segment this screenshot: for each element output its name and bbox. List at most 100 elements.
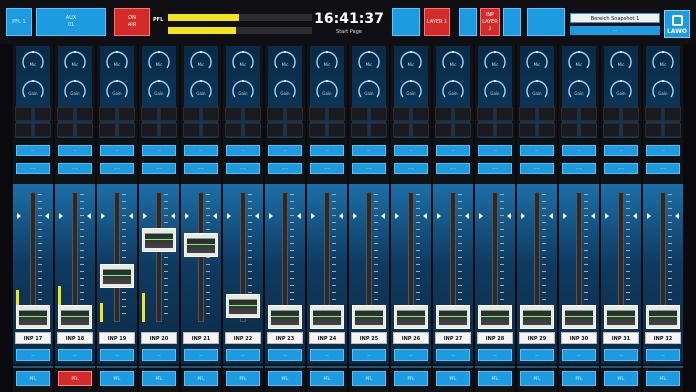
routing-grid[interactable] (309, 107, 345, 137)
layer-a-button[interactable] (459, 8, 477, 36)
routing-cell[interactable] (370, 107, 387, 121)
strip-button-1[interactable]: --- (436, 145, 470, 156)
routing-cell[interactable] (202, 123, 219, 137)
strip-button-2[interactable]: ----- (100, 163, 134, 174)
strip-button-2[interactable]: ----- (184, 163, 218, 174)
routing-grid[interactable] (645, 107, 681, 137)
routing-grid[interactable] (351, 107, 387, 137)
routing-grid[interactable] (561, 107, 597, 137)
channel-name[interactable]: INP 28 (477, 332, 513, 344)
mic-knob[interactable]: Mic (565, 48, 593, 74)
pfl-small-button[interactable]: PFL 1 (6, 8, 32, 36)
routing-cell[interactable] (393, 123, 410, 137)
routing-cell[interactable] (34, 123, 51, 137)
pfl-button[interactable]: PFL (268, 371, 302, 386)
channel-name[interactable]: INP 26 (393, 332, 429, 344)
fader-cap[interactable] (520, 304, 554, 329)
strip-button-2[interactable]: ----- (646, 163, 680, 174)
routing-cell[interactable] (118, 107, 135, 121)
strip-button-3[interactable]: --- (310, 349, 344, 361)
mic-knob[interactable]: Mic (439, 48, 467, 74)
strip-button-3[interactable]: --- (352, 349, 386, 361)
routing-grid[interactable] (57, 107, 93, 137)
mic-knob[interactable]: Mic (229, 48, 257, 74)
strip-button-1[interactable]: --- (58, 145, 92, 156)
routing-grid[interactable] (15, 107, 51, 137)
strip-button-1[interactable]: --- (478, 145, 512, 156)
routing-cell[interactable] (328, 107, 345, 121)
fader-cap[interactable] (142, 228, 176, 252)
routing-cell[interactable] (141, 107, 158, 121)
strip-button-1[interactable]: --- (226, 145, 260, 156)
gain-knob[interactable]: Gain (19, 77, 47, 103)
channel-name[interactable]: INP 31 (603, 332, 639, 344)
channel-name[interactable]: INP 22 (225, 332, 261, 344)
routing-cell[interactable] (15, 123, 32, 137)
strip-button-2[interactable]: ----- (268, 163, 302, 174)
pfl-button[interactable]: PFL (562, 371, 596, 386)
pfl-button[interactable]: PFL (100, 371, 134, 386)
routing-cell[interactable] (99, 123, 116, 137)
fader-cap[interactable] (16, 304, 50, 329)
layer1-button[interactable]: LAYER 1 (424, 8, 450, 36)
fader-cap[interactable] (58, 304, 92, 329)
strip-button-3[interactable]: --- (478, 349, 512, 361)
fader-cap[interactable] (310, 304, 344, 329)
routing-cell[interactable] (519, 107, 536, 121)
gain-knob[interactable]: Gain (271, 77, 299, 103)
routing-cell[interactable] (351, 123, 368, 137)
routing-cell[interactable] (496, 107, 513, 121)
channel-name[interactable]: INP 27 (435, 332, 471, 344)
fader-cap[interactable] (100, 264, 134, 288)
channel-name[interactable]: INP 24 (309, 332, 345, 344)
routing-cell[interactable] (370, 123, 387, 137)
routing-grid[interactable] (267, 107, 303, 137)
mic-knob[interactable]: Mic (61, 48, 89, 74)
mic-knob[interactable]: Mic (649, 48, 677, 74)
mic-knob[interactable]: Mic (397, 48, 425, 74)
strip-button-2[interactable]: ----- (142, 163, 176, 174)
mic-knob[interactable]: Mic (145, 48, 173, 74)
routing-cell[interactable] (309, 123, 326, 137)
routing-cell[interactable] (267, 123, 284, 137)
pfl-button[interactable]: PFL (646, 371, 680, 386)
layer-c-button[interactable] (527, 8, 565, 36)
mic-knob[interactable]: Mic (481, 48, 509, 74)
routing-cell[interactable] (351, 107, 368, 121)
routing-cell[interactable] (538, 123, 555, 137)
fader-cap[interactable] (646, 304, 680, 329)
layer-blank-button[interactable] (392, 8, 420, 36)
routing-cell[interactable] (622, 107, 639, 121)
routing-cell[interactable] (225, 123, 242, 137)
routing-cell[interactable] (519, 123, 536, 137)
strip-button-2[interactable]: ----- (520, 163, 554, 174)
routing-grid[interactable] (183, 107, 219, 137)
routing-grid[interactable] (225, 107, 261, 137)
strip-button-3[interactable]: --- (394, 349, 428, 361)
routing-cell[interactable] (244, 123, 261, 137)
strip-button-3[interactable]: --- (562, 349, 596, 361)
routing-cell[interactable] (393, 107, 410, 121)
routing-cell[interactable] (603, 123, 620, 137)
strip-button-3[interactable]: --- (16, 349, 50, 361)
routing-cell[interactable] (412, 107, 429, 121)
routing-cell[interactable] (160, 107, 177, 121)
routing-cell[interactable] (57, 123, 74, 137)
routing-cell[interactable] (15, 107, 32, 121)
routing-cell[interactable] (454, 107, 471, 121)
gain-knob[interactable]: Gain (103, 77, 131, 103)
routing-cell[interactable] (664, 107, 681, 121)
routing-cell[interactable] (286, 107, 303, 121)
strip-button-1[interactable]: --- (562, 145, 596, 156)
fader-cap[interactable] (604, 304, 638, 329)
routing-cell[interactable] (286, 123, 303, 137)
strip-button-3[interactable]: --- (646, 349, 680, 361)
routing-cell[interactable] (160, 123, 177, 137)
routing-cell[interactable] (603, 107, 620, 121)
channel-name[interactable]: INP 25 (351, 332, 387, 344)
fader-cap[interactable] (478, 304, 512, 329)
fader-cap[interactable] (394, 304, 428, 329)
strip-button-2[interactable]: ----- (604, 163, 638, 174)
routing-grid[interactable] (603, 107, 639, 137)
layer-b-button[interactable] (503, 8, 521, 36)
